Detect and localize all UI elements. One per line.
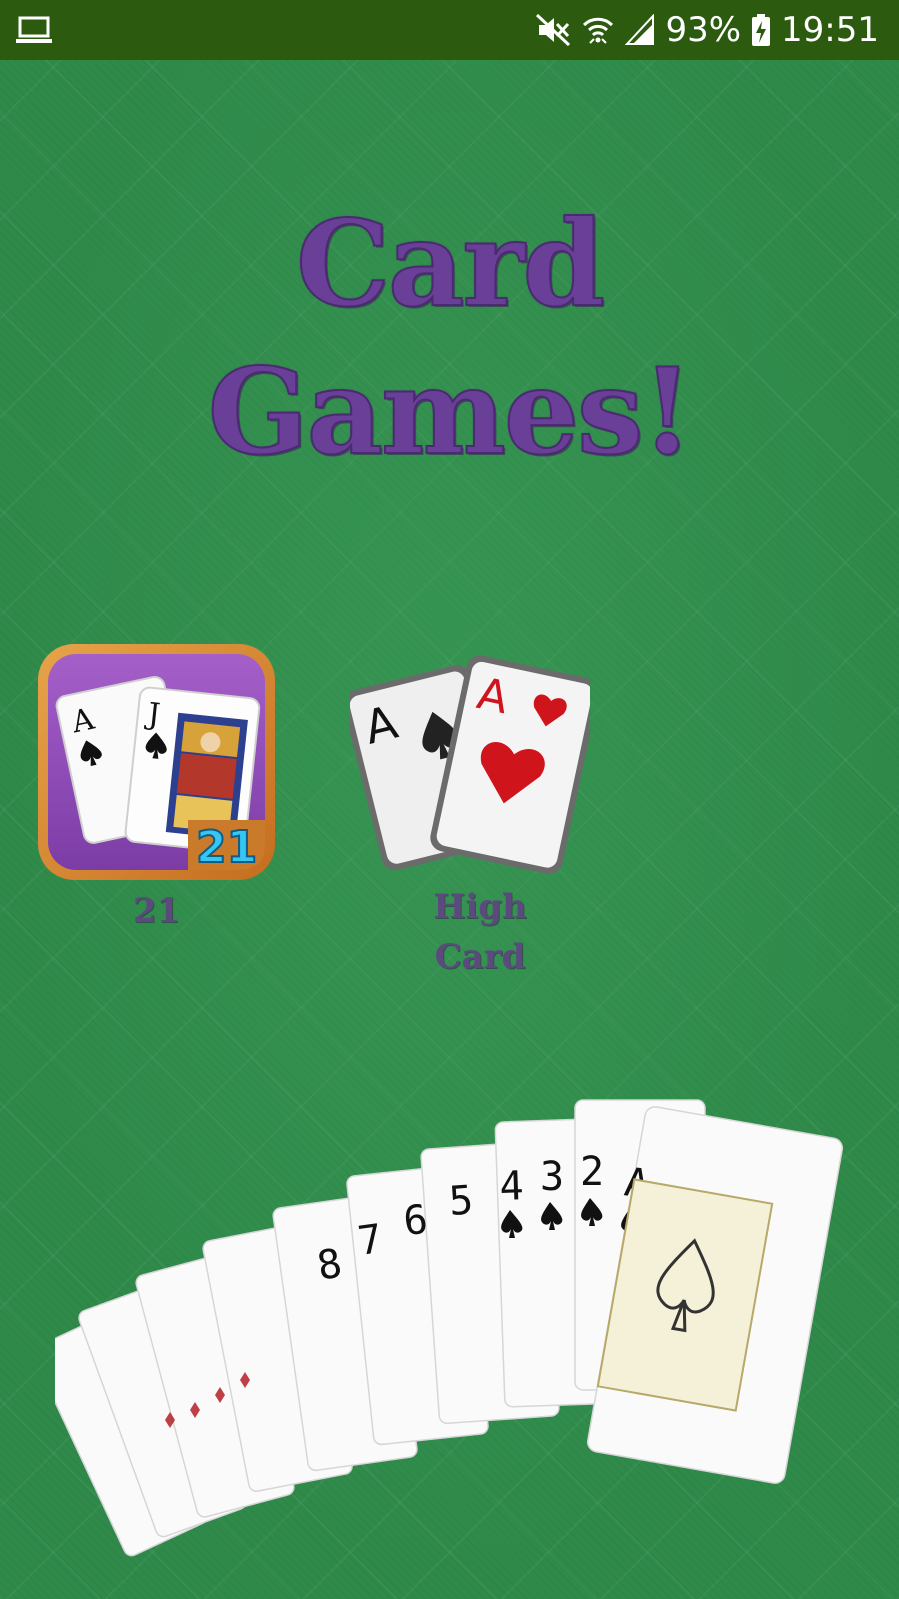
- battery-percentage: 93%: [665, 10, 742, 50]
- svg-text:4: 4: [499, 1163, 525, 1210]
- laptop-icon: [16, 16, 52, 44]
- battery-charging-icon: [751, 13, 771, 47]
- svg-text:5: 5: [447, 1177, 474, 1225]
- game-high-card-label-line2: Card: [434, 937, 526, 977]
- title-line-1: Card: [295, 193, 606, 334]
- blackjack-21-icon: A J 21: [38, 644, 275, 880]
- page-title: Card Games!: [0, 190, 899, 486]
- game-high-card-label[interactable]: High Card: [405, 882, 555, 982]
- card-fan-illustration: 4 3 2 A 5 6 7 8: [55, 1099, 844, 1557]
- status-bar: 93% 19:51: [0, 0, 899, 60]
- game-21-button[interactable]: A J 21: [38, 644, 275, 885]
- signal-icon: [625, 14, 655, 46]
- svg-text:21: 21: [196, 822, 257, 873]
- game-high-card-label-line1: High: [433, 887, 527, 927]
- wifi-icon: [581, 13, 615, 47]
- svg-text:2: 2: [580, 1149, 604, 1195]
- svg-text:6: 6: [401, 1197, 430, 1245]
- mute-vibrate-icon: [535, 13, 571, 47]
- clock: 19:51: [781, 10, 879, 50]
- game-21-label[interactable]: 21: [38, 886, 275, 936]
- svg-text:3: 3: [540, 1154, 564, 1200]
- title-line-2: Games!: [207, 341, 694, 482]
- high-card-icon: A A: [343, 655, 599, 874]
- game-high-card-button[interactable]: A A: [343, 644, 599, 885]
